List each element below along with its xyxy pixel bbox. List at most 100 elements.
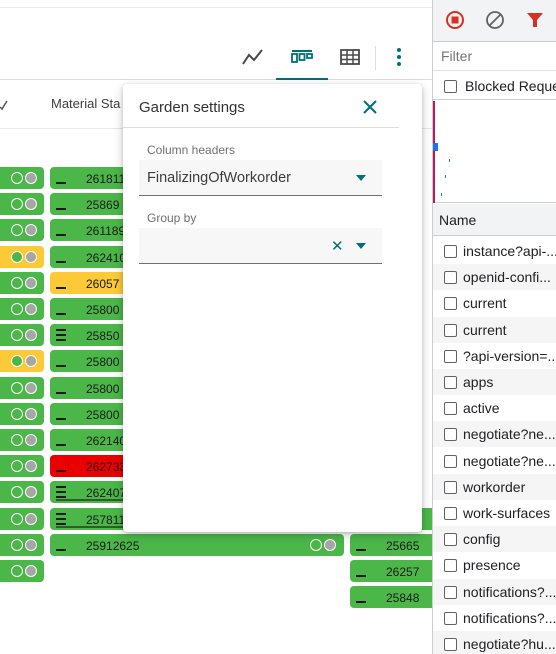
filter-input[interactable] — [441, 48, 553, 64]
column-headers-label: Column headers — [147, 143, 236, 157]
request-row[interactable]: workorder — [433, 473, 556, 500]
status-tile[interactable] — [0, 429, 44, 451]
status-tile[interactable] — [0, 507, 44, 530]
request-row[interactable]: openid-confi... — [433, 264, 556, 291]
workorder-card[interactable]: 26257 — [350, 560, 432, 582]
request-row[interactable]: apps — [433, 369, 556, 395]
status-indicator-dot — [25, 512, 37, 525]
status-tile[interactable] — [0, 324, 44, 347]
request-checkbox[interactable] — [444, 297, 457, 311]
request-checkbox[interactable] — [444, 402, 457, 416]
app-top-bar — [0, 0, 432, 8]
request-checkbox[interactable] — [444, 454, 457, 468]
workorder-card[interactable]: 262733 — [50, 455, 130, 478]
status-tile[interactable] — [0, 271, 44, 294]
status-tile[interactable] — [0, 245, 44, 268]
group-by-select[interactable]: ✕ — [139, 228, 382, 264]
request-checkbox[interactable] — [444, 507, 457, 520]
record-button[interactable] — [443, 8, 467, 32]
workorder-card[interactable]: 26057 — [50, 271, 130, 294]
status-indicator-dot — [25, 434, 37, 446]
request-name: active — [463, 400, 500, 417]
group-by-label: Group by — [147, 211, 197, 225]
status-indicator-dot — [25, 224, 37, 237]
status-indicator-dot — [11, 460, 23, 473]
status-indicator-dot — [25, 538, 37, 551]
status-tile[interactable] — [0, 560, 44, 582]
request-checkbox[interactable] — [444, 533, 457, 547]
status-tile[interactable] — [0, 455, 44, 478]
request-row[interactable]: work-surfaces — [433, 500, 556, 526]
underscore-icon — [56, 538, 66, 552]
more-options-button[interactable] — [381, 42, 417, 72]
request-row[interactable]: active — [433, 395, 556, 421]
request-row[interactable]: notifications?... — [433, 578, 556, 605]
request-row[interactable]: presence — [433, 552, 556, 578]
request-row[interactable]: negotiate?ne... — [433, 421, 556, 448]
request-checkbox[interactable] — [444, 376, 457, 389]
column-header-material-status[interactable]: Material Sta — [51, 96, 120, 111]
status-indicator-dot — [25, 303, 37, 315]
workorder-card[interactable]: 25869 — [50, 193, 130, 216]
clear-button[interactable] — [483, 8, 507, 32]
close-dialog-button[interactable] — [357, 94, 383, 120]
workorder-card[interactable]: 25800 — [50, 376, 130, 399]
table-view-button[interactable] — [332, 42, 368, 72]
request-row[interactable]: config — [433, 526, 556, 553]
request-row[interactable]: current — [433, 290, 556, 316]
filter-toggle-button[interactable] — [523, 8, 547, 32]
underscore-icon — [56, 381, 66, 395]
workorder-card[interactable]: 262410 — [50, 245, 130, 268]
request-row[interactable]: current — [433, 316, 556, 343]
workorder-card[interactable]: 25848 — [350, 586, 432, 609]
status-tile[interactable] — [0, 533, 44, 556]
request-checkbox[interactable] — [444, 585, 457, 599]
request-checkbox[interactable] — [444, 271, 457, 285]
column-headers-select[interactable]: FinalizingOfWorkorder — [139, 160, 382, 196]
chevron-down-icon[interactable] — [356, 243, 366, 249]
workorder-card[interactable]: 25665 — [350, 533, 432, 556]
status-tile[interactable] — [0, 219, 44, 242]
status-tile[interactable] — [0, 481, 44, 504]
status-indicator-dot — [25, 172, 37, 184]
status-indicator-dot — [25, 329, 37, 342]
request-checkbox[interactable] — [444, 559, 457, 573]
request-checkbox[interactable] — [444, 245, 457, 258]
workorder-card[interactable]: 25850 — [50, 324, 130, 347]
workorder-id: 26257 — [386, 565, 420, 579]
request-row[interactable]: notifications?... — [433, 605, 556, 631]
request-checkbox[interactable] — [444, 428, 457, 442]
status-tile[interactable] — [0, 402, 44, 425]
request-checkbox[interactable] — [444, 349, 457, 363]
clear-selection-icon[interactable]: ✕ — [331, 237, 344, 255]
workorder-card[interactable]: 261189 — [50, 219, 130, 242]
chevron-down-icon[interactable] — [356, 175, 366, 181]
clear-icon — [486, 11, 504, 29]
workorder-card[interactable]: 25800 — [50, 402, 130, 425]
request-checkbox[interactable] — [444, 323, 457, 337]
request-checkbox[interactable] — [444, 480, 457, 494]
request-row[interactable]: instance?api-... — [433, 238, 556, 264]
workorder-card[interactable]: 25912625 — [50, 533, 344, 556]
name-column-header[interactable]: Name — [439, 212, 476, 228]
status-tile[interactable] — [0, 193, 44, 216]
line-chart-button[interactable] — [235, 42, 271, 72]
workorder-card[interactable]: 25800 — [50, 350, 130, 373]
status-tile[interactable] — [0, 350, 44, 373]
status-tile[interactable] — [0, 376, 44, 399]
status-tile[interactable] — [0, 167, 44, 189]
request-name: negotiate?ne... — [463, 452, 556, 469]
garden-view-button[interactable] — [276, 42, 328, 80]
workorder-card[interactable]: 25800 — [50, 298, 130, 320]
request-row[interactable]: ?api-version=... — [433, 343, 556, 369]
underscore-icon — [356, 590, 366, 604]
request-row[interactable]: negotiate?hu... — [433, 631, 556, 654]
workorder-card[interactable]: 261811 — [50, 167, 130, 189]
request-checkbox[interactable] — [444, 611, 457, 625]
workorder-card[interactable]: 262140 — [50, 429, 130, 451]
overview-bar — [441, 193, 442, 196]
status-tile[interactable] — [0, 298, 44, 320]
request-checkbox[interactable] — [444, 638, 457, 651]
blocked-requests-checkbox[interactable] — [444, 80, 457, 93]
request-row[interactable]: negotiate?ne... — [433, 448, 556, 474]
